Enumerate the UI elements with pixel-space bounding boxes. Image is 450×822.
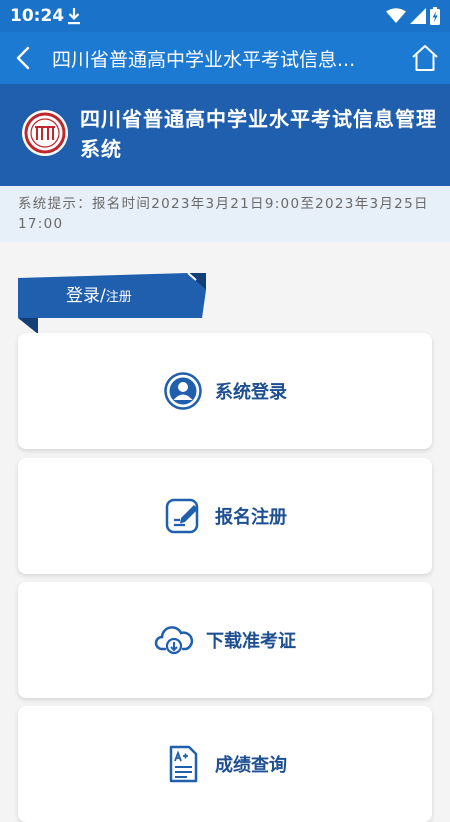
tab-label-login: 登录 [66,286,100,306]
register-card[interactable]: 报名注册 [18,458,432,574]
tab-label-register: 注册 [105,290,132,305]
download-ticket-label: 下载准考证 [206,631,296,652]
cloud-download-icon [154,626,194,655]
back-arrow-icon[interactable] [10,44,38,72]
battery-charging-icon [430,7,440,25]
register-label: 报名注册 [215,507,287,528]
home-icon[interactable] [410,43,440,73]
system-title: 四川省普通高中学业水平考试信息管理系统 [80,107,437,161]
tab-label: 登录/注册 [66,281,132,306]
header-banner: 四川省普通高中学业水平考试信息管理系统 [0,84,450,186]
login-label: 系统登录 [215,382,287,403]
grade-document-icon [169,745,198,783]
login-card[interactable]: 系统登录 [18,333,432,449]
user-circle-icon [164,372,202,410]
download-ticket-card[interactable]: 下载准考证 [18,582,432,698]
signal-icon [410,8,426,24]
emblem-icon [24,112,66,154]
edit-form-icon [165,498,199,534]
notice-text: 系统提示：报名时间2023年3月21日9:00至2023年3月25日17:00 [18,196,429,232]
status-indicators [386,7,440,25]
status-bar: 10:24 [0,0,450,32]
wifi-icon [386,8,406,23]
system-notice: 系统提示：报名时间2023年3月21日9:00至2023年3月25日17:00 [0,186,450,242]
score-query-label: 成绩查询 [215,755,287,776]
login-register-tab: 登录/注册 [18,270,213,334]
app-bar: 四川省普通高中学业水平考试信息... [0,32,450,84]
emblem-logo [22,110,68,156]
download-notification-icon [68,8,80,25]
app-bar-title: 四川省普通高中学业水平考试信息... [52,49,356,71]
score-query-card[interactable]: 成绩查询 [18,706,432,822]
status-time: 10:24 [10,6,65,26]
